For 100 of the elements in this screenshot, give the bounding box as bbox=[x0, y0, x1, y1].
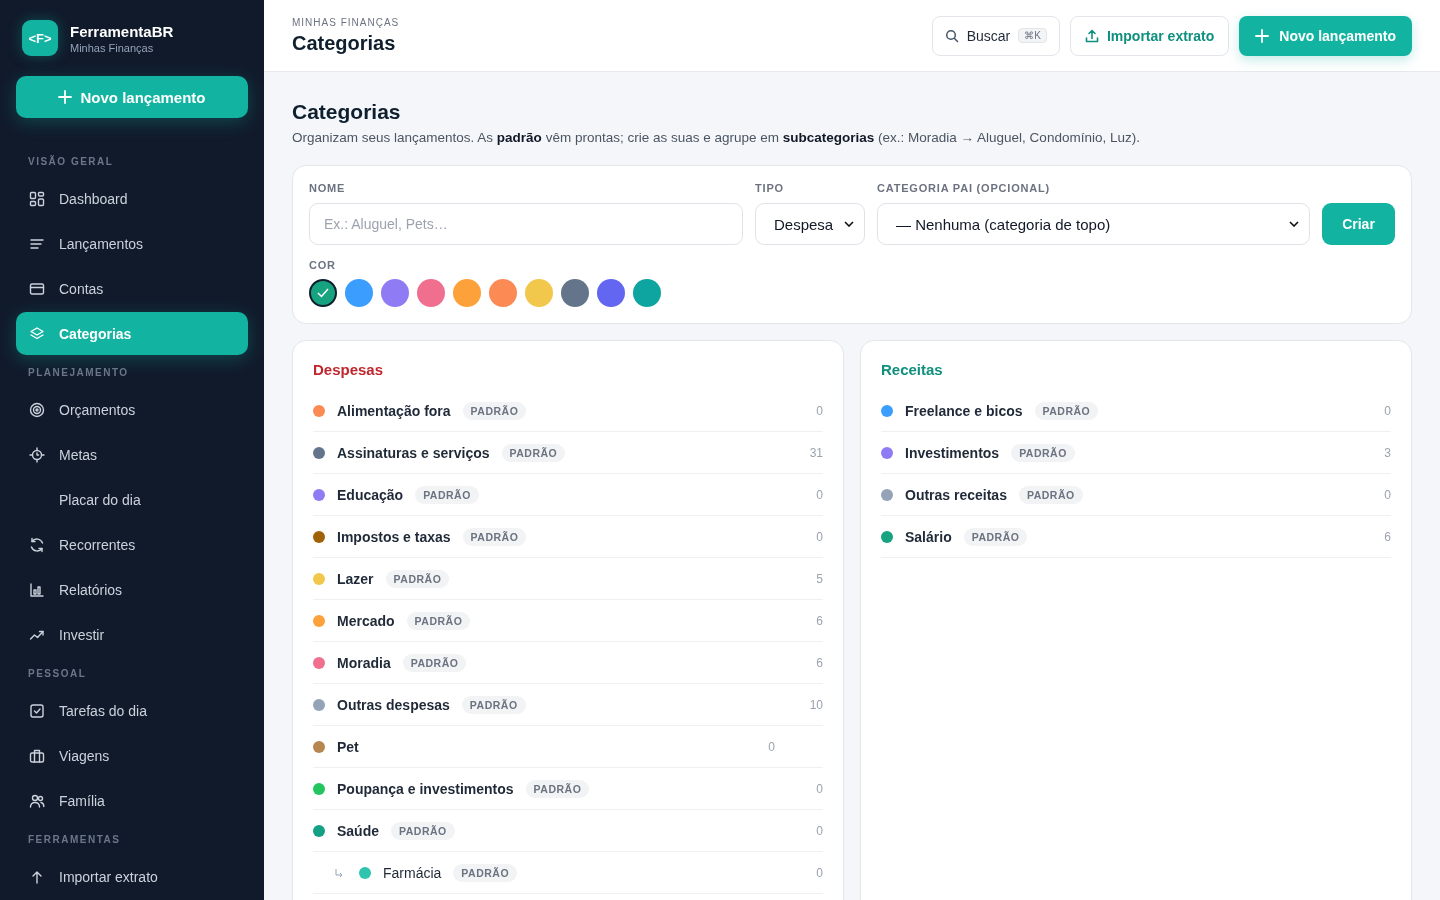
field-label: TIPO bbox=[755, 182, 785, 194]
search-label: Buscar bbox=[966, 27, 1011, 44]
default-badge: PADRÃO bbox=[462, 527, 527, 546]
brand-subtitle: Minhas Finanças bbox=[70, 41, 155, 54]
search-icon bbox=[944, 28, 959, 43]
entry-count: 3 bbox=[1384, 445, 1391, 460]
search-button[interactable]: Buscar ⌘K bbox=[931, 15, 1060, 56]
breadcrumb: MINHAS FINANÇAS bbox=[292, 16, 400, 28]
sidebar-item[interactable]: Relatórios bbox=[16, 568, 248, 611]
card-icon bbox=[29, 280, 45, 297]
color-swatch[interactable] bbox=[345, 279, 373, 307]
entry-count: 0 bbox=[768, 739, 775, 754]
import-button[interactable]: Importar extrato bbox=[1069, 15, 1230, 56]
default-badge: PADRÃO bbox=[461, 695, 526, 714]
sidebar-item[interactable]: Importar extrato bbox=[16, 855, 248, 898]
sidebar-item[interactable]: Família bbox=[16, 779, 248, 822]
sidebar-item[interactable]: Viagens bbox=[16, 734, 248, 777]
color-swatch[interactable] bbox=[489, 279, 517, 307]
category-name: Impostos e taxas bbox=[337, 528, 451, 545]
default-badge: PADRÃO bbox=[525, 779, 590, 798]
category-name: Freelance e bicos bbox=[905, 402, 1023, 419]
page-title: Categorias bbox=[292, 100, 402, 124]
layers-icon bbox=[29, 325, 45, 342]
entry-count: 0 bbox=[816, 865, 823, 880]
upload-icon bbox=[1084, 28, 1099, 43]
default-badge: PADRÃO bbox=[402, 653, 467, 672]
entry-count: 10 bbox=[809, 697, 823, 712]
default-badge: PADRÃO bbox=[1018, 485, 1083, 504]
entry-count: 0 bbox=[1384, 403, 1391, 418]
default-badge: PADRÃO bbox=[453, 863, 518, 882]
parent-category-dropdown[interactable]: — Nenhuma (categoria de topo) bbox=[877, 203, 1310, 245]
category-name: Poupança e investimentos bbox=[337, 780, 514, 797]
category-name: Pet bbox=[337, 738, 359, 755]
refresh-icon bbox=[29, 536, 45, 553]
entry-count: 0 bbox=[1384, 487, 1391, 502]
name-input-field[interactable]: Ex.: Aluguel, Pets… bbox=[309, 203, 743, 245]
category-name: Educação bbox=[337, 486, 404, 503]
default-badge: PADRÃO bbox=[406, 611, 471, 630]
bar-chart-icon bbox=[29, 581, 45, 598]
field-label: CATEGORIA PAI (OPCIONAL) bbox=[877, 182, 1051, 194]
color-swatch[interactable] bbox=[381, 279, 409, 307]
category-name: Farmácia bbox=[383, 864, 442, 881]
crosshair-icon bbox=[29, 446, 45, 463]
entry-count: 6 bbox=[816, 655, 823, 670]
default-badge: PADRÃO bbox=[501, 443, 566, 462]
section-title: PESSOAL bbox=[27, 668, 88, 679]
color-swatch[interactable] bbox=[633, 279, 661, 307]
default-badge: PADRÃO bbox=[963, 527, 1028, 546]
default-badge: PADRÃO bbox=[1011, 443, 1075, 462]
checkbox-icon bbox=[29, 702, 45, 719]
color-swatch[interactable] bbox=[525, 279, 553, 307]
color-swatch[interactable] bbox=[561, 279, 589, 307]
sidebar-item[interactable]: Placar do dia bbox=[16, 478, 248, 521]
category-name: Assinaturas e serviços bbox=[337, 444, 490, 461]
group-title: Receitas bbox=[881, 361, 944, 378]
type-dropdown[interactable]: Despesa bbox=[755, 203, 865, 245]
sidebar-item[interactable]: Investir bbox=[16, 613, 248, 656]
category-name: Salário bbox=[905, 528, 952, 545]
color-swatch[interactable] bbox=[309, 279, 337, 307]
plus-icon bbox=[1255, 28, 1270, 43]
section-title: PLANEJAMENTO bbox=[27, 367, 130, 378]
color-swatch[interactable] bbox=[597, 279, 625, 307]
sidebar-item[interactable]: Orçamentos bbox=[16, 388, 248, 431]
entry-count: 6 bbox=[816, 613, 823, 628]
chevron-down-icon bbox=[1289, 221, 1299, 227]
page-description: Organizam seus lançamentos. As padrão vêm prontas; crie as suas e agrupe em subcategorias (ex.: Moradia → Aluguel, Condomínio, Luz). bbox=[292, 130, 1141, 145]
chevron-down-icon bbox=[844, 221, 854, 227]
sidebar-item[interactable]: Tarefas do dia bbox=[16, 689, 248, 732]
entry-count: 0 bbox=[816, 529, 823, 544]
sidebar-item[interactable]: Metas bbox=[16, 433, 248, 476]
brand-name: FerramentaBR bbox=[70, 22, 174, 40]
default-badge: PADRÃO bbox=[1034, 401, 1099, 420]
entry-count: 0 bbox=[816, 781, 823, 796]
category-name: Alimentação fora bbox=[337, 402, 451, 419]
category-name: Mercado bbox=[337, 612, 395, 629]
color-swatch[interactable] bbox=[417, 279, 445, 307]
sidebar-item[interactable]: Contas bbox=[16, 267, 248, 310]
default-badge: PADRÃO bbox=[385, 569, 450, 588]
suitcase-icon bbox=[29, 747, 45, 764]
category-name: Investimentos bbox=[905, 444, 1000, 461]
dashboard-icon bbox=[29, 190, 45, 207]
sidebar-item[interactable]: Recorrentes bbox=[16, 523, 248, 566]
shortcut-key: ⌘K bbox=[1018, 28, 1047, 43]
header-title: Categorias bbox=[292, 31, 397, 55]
plus-icon bbox=[58, 90, 73, 104]
default-badge: PADRÃO bbox=[462, 401, 527, 420]
check-icon bbox=[317, 288, 329, 298]
sidebar-item[interactable]: Dashboard bbox=[16, 177, 248, 220]
subcategory-arrow-icon bbox=[335, 868, 343, 877]
category-name: Moradia bbox=[337, 654, 391, 671]
default-badge: PADRÃO bbox=[415, 485, 479, 504]
target-icon bbox=[29, 401, 45, 418]
category-name: Saúde bbox=[337, 822, 379, 839]
color-swatch[interactable] bbox=[453, 279, 481, 307]
entry-count: 0 bbox=[816, 823, 823, 838]
entry-count: 31 bbox=[809, 445, 823, 460]
sidebar-item[interactable]: Lançamentos bbox=[16, 222, 248, 265]
category-name: Outras receitas bbox=[905, 486, 1007, 503]
entry-count: 0 bbox=[816, 487, 823, 502]
field-label: NOME bbox=[309, 182, 347, 194]
